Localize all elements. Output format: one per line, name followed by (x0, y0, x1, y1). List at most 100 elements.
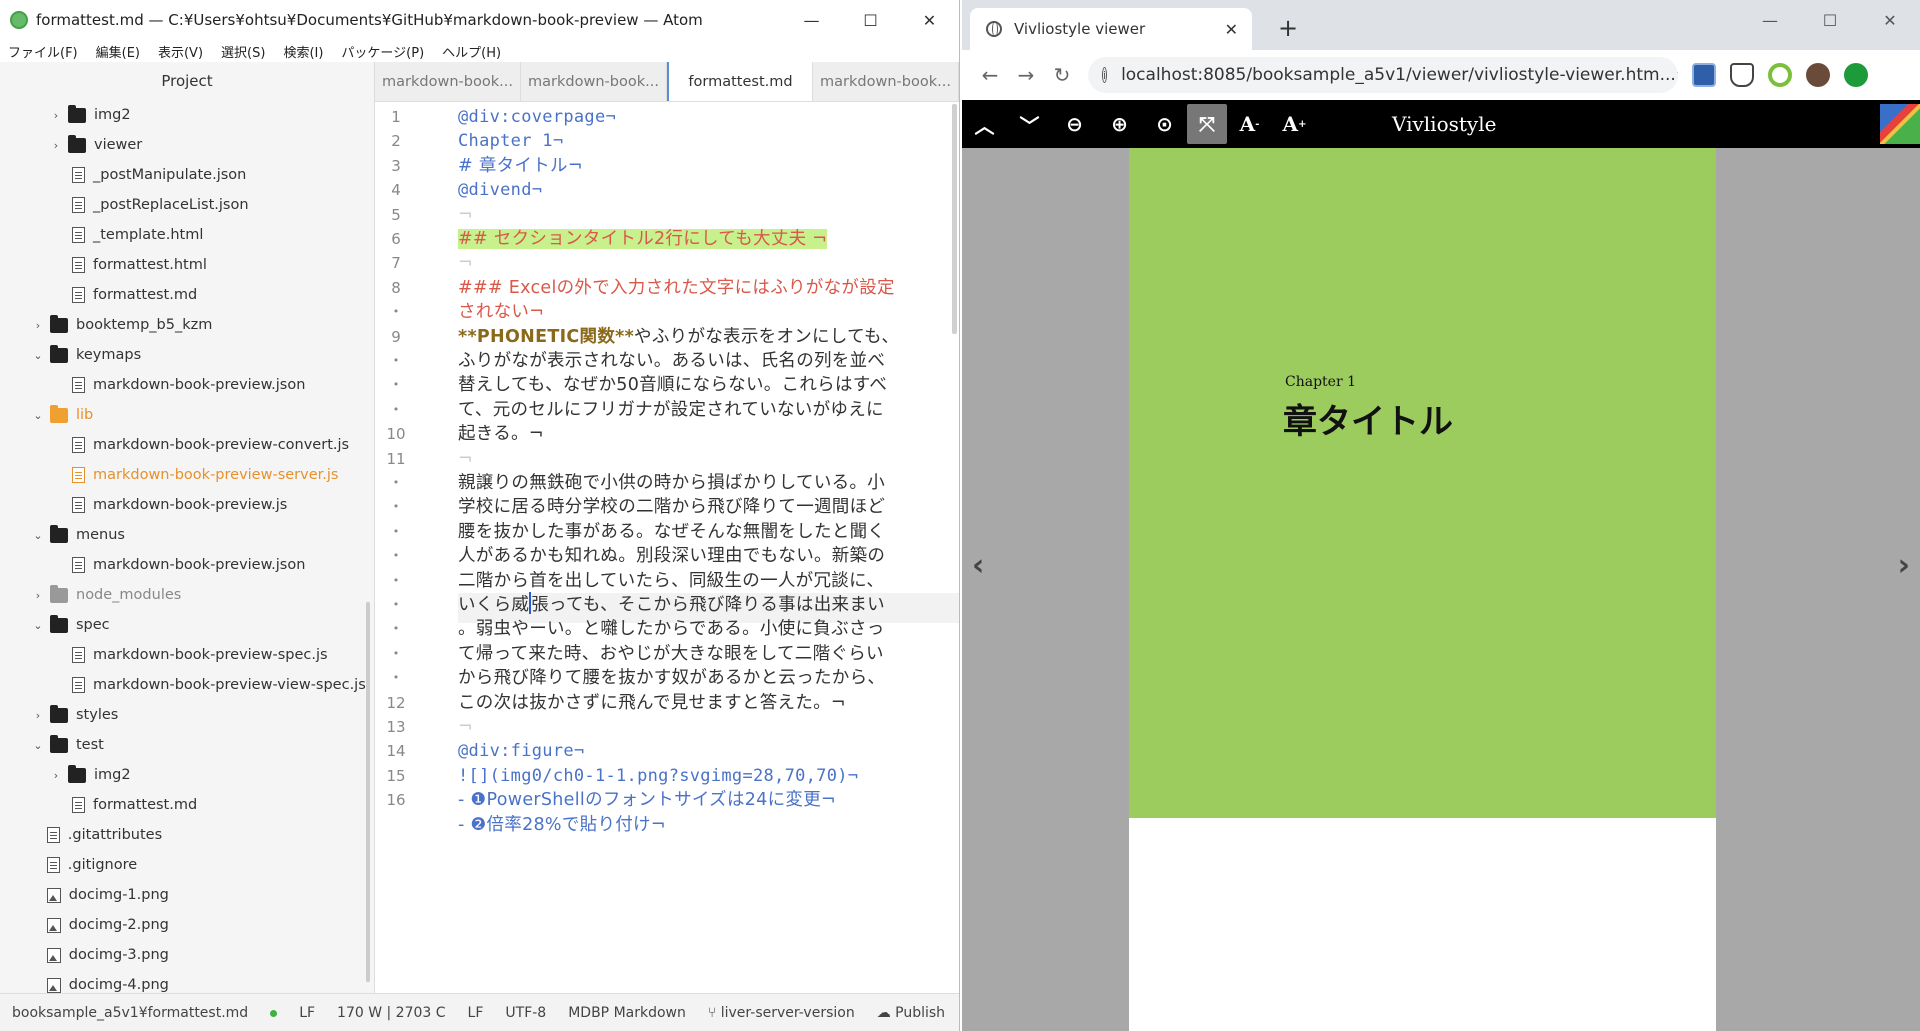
file-icon (72, 677, 85, 693)
folder-icon (50, 734, 68, 753)
menu-item[interactable]: 表示(V) (158, 42, 203, 61)
minimize-button[interactable]: — (1740, 0, 1800, 40)
editor-tab[interactable]: markdown-book... (521, 62, 667, 101)
tree-file[interactable]: docimg-1.png (0, 880, 374, 910)
reload-button[interactable]: ↻ (1044, 63, 1080, 87)
folder-icon (68, 134, 86, 153)
bookmark-star-icon[interactable]: ☆ (1676, 64, 1678, 86)
previous-page-arrow-icon[interactable]: ‹ (972, 548, 984, 583)
status-line-ending-1[interactable]: LF (299, 1005, 315, 1021)
status-branch[interactable]: ⑂ liver-server-version (708, 1005, 855, 1021)
tree-file[interactable]: docimg-2.png (0, 910, 374, 940)
tree-file[interactable]: markdown-book-preview-view-spec.js (0, 670, 374, 700)
editor-tab[interactable]: markdown-book... (813, 62, 959, 101)
forward-button[interactable]: → (1008, 63, 1044, 87)
tree-folder[interactable]: › node_modules (0, 580, 374, 610)
tree-file[interactable]: formattest.md (0, 280, 374, 310)
font-smaller-icon[interactable]: A- (1227, 100, 1272, 148)
tree-file[interactable]: _template.html (0, 220, 374, 250)
page-down-icon[interactable]: ﹀ (1007, 100, 1052, 148)
tree-folder[interactable]: › styles (0, 700, 374, 730)
maximize-button[interactable]: ☐ (841, 0, 900, 40)
editor-tab[interactable]: markdown-book... (375, 62, 521, 101)
image-file-icon (46, 947, 61, 963)
tree-file[interactable]: markdown-book-preview-spec.js (0, 640, 374, 670)
menu-item[interactable]: ヘルプ(H) (442, 42, 501, 61)
close-button[interactable]: ✕ (1860, 0, 1920, 40)
tree-file[interactable]: docimg-4.png (0, 970, 374, 993)
back-button[interactable]: ← (972, 63, 1008, 87)
tree-file[interactable]: .gitattributes (0, 820, 374, 850)
tree-file[interactable]: _postReplaceList.json (0, 190, 374, 220)
tab-close-icon[interactable]: ✕ (1225, 20, 1238, 39)
file-icon (72, 377, 85, 393)
vivliostyle-logo-icon[interactable] (1880, 104, 1920, 144)
tree-file[interactable]: docimg-3.png (0, 940, 374, 970)
tree-item-label: markdown-book-preview-server.js (93, 467, 339, 483)
editor-scrollbar[interactable] (952, 104, 957, 334)
maximize-button[interactable]: ☐ (1800, 0, 1860, 40)
line-number: 7 (391, 254, 401, 273)
menu-item[interactable]: ファイル(F) (8, 42, 78, 61)
tree-file[interactable]: markdown-book-preview-convert.js (0, 430, 374, 460)
zoom-out-icon[interactable]: ⊖ (1052, 100, 1097, 148)
editor-tab[interactable]: formattest.md (667, 62, 813, 101)
tree-folder[interactable]: ⌄ menus (0, 520, 374, 550)
line-number: • (392, 671, 400, 685)
page-up-icon[interactable]: ︿ (962, 100, 1007, 148)
line-number: • (392, 524, 400, 538)
tree-folder[interactable]: ⌄ spec (0, 610, 374, 640)
tree-file[interactable]: formattest.md (0, 790, 374, 820)
fit-to-screen-icon[interactable]: ⤧ (1187, 104, 1227, 144)
tree-file[interactable]: _postManipulate.json (0, 160, 374, 190)
tree-folder[interactable]: ⌄ lib (0, 400, 374, 430)
address-bar[interactable]: i localhost:8085/booksample_a5v1/viewer/… (1088, 57, 1678, 93)
tree-folder[interactable]: ⌄ keymaps (0, 340, 374, 370)
tree-folder[interactable]: › viewer (0, 130, 374, 160)
chevron-down-icon: ⌄ (33, 618, 43, 632)
update-icon[interactable] (1844, 63, 1868, 87)
tree-folder[interactable]: › img2 (0, 760, 374, 790)
tree-folder[interactable]: › img2 (0, 100, 374, 130)
tree-folder[interactable]: ⌄ test (0, 730, 374, 760)
browser-tab[interactable]: Vivliostyle viewer ✕ (970, 8, 1252, 50)
tree-scrollbar[interactable] (366, 602, 370, 982)
status-line-ending[interactable]: LF (468, 1005, 484, 1021)
extension-pocket-icon[interactable] (1730, 63, 1754, 87)
browser-toolbar: ← → ↻ i localhost:8085/booksample_a5v1/v… (962, 50, 1920, 100)
extension-bookmark-icon[interactable] (1692, 63, 1716, 87)
font-larger-icon[interactable]: A + (1272, 100, 1317, 148)
tree-file[interactable]: markdown-book-preview.json (0, 370, 374, 400)
menu-item[interactable]: 選択(S) (221, 42, 265, 61)
status-publish[interactable]: ☁ Publish (877, 1005, 945, 1021)
status-encoding[interactable]: UTF-8 (505, 1005, 546, 1021)
close-button[interactable]: ✕ (900, 0, 959, 40)
status-file-path[interactable]: booksample_a5v1¥formattest.md (12, 1005, 248, 1021)
menu-item[interactable]: 編集(E) (96, 42, 140, 61)
zoom-actual-icon[interactable]: ⊙ (1142, 100, 1187, 148)
info-icon[interactable]: i (1102, 67, 1108, 83)
line-number: • (392, 378, 400, 392)
line-number: • (392, 646, 400, 660)
new-tab-button[interactable]: + (1278, 14, 1298, 42)
extension-green-ring-icon[interactable] (1768, 63, 1792, 87)
tree-view: Project › img2 › viewer _postManipulate.json… (0, 62, 375, 993)
next-page-arrow-icon[interactable]: › (1898, 548, 1910, 583)
menu-item[interactable]: 検索(I) (283, 42, 323, 61)
tree-file[interactable]: markdown-book-preview.json (0, 550, 374, 580)
tree-file[interactable]: .gitignore (0, 850, 374, 880)
minimize-button[interactable]: — (782, 0, 841, 40)
tree-file[interactable]: markdown-book-preview-server.js (0, 460, 374, 490)
menu-item[interactable]: パッケージ(P) (341, 42, 424, 61)
profile-avatar[interactable] (1806, 63, 1830, 87)
file-icon (72, 257, 85, 273)
tree-file[interactable]: markdown-book-preview.js (0, 490, 374, 520)
globe-icon (986, 21, 1002, 37)
zoom-in-icon[interactable]: ⊕ (1097, 100, 1142, 148)
line-number: 11 (386, 449, 406, 468)
tab-bar: markdown-book... markdown-book... formatte… (375, 62, 959, 102)
text-editor[interactable]: 1 2 3 4 5 6 7 8 • 9 • • • 10 11 • • • • • • • • • 12 13 14 15 16 @di… (375, 102, 959, 993)
status-grammar[interactable]: MDBP Markdown (568, 1005, 686, 1021)
tree-folder[interactable]: › booktemp_b5_kzm (0, 310, 374, 340)
tree-file[interactable]: formattest.html (0, 250, 374, 280)
